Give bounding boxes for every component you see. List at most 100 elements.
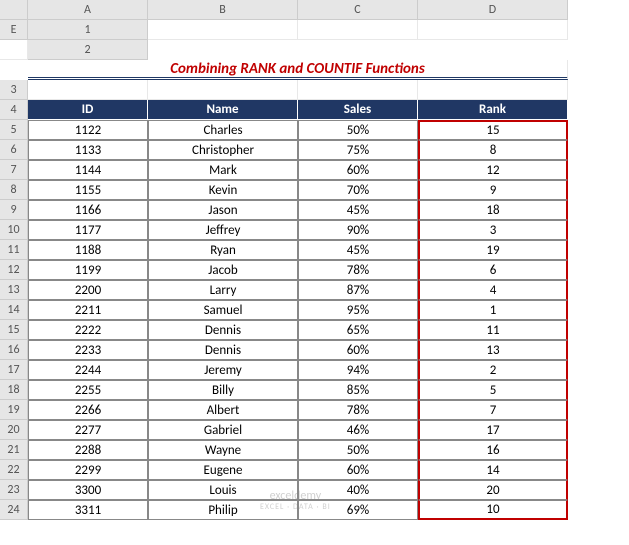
col-header-C[interactable]: C xyxy=(298,0,418,20)
row-header-3[interactable]: 3 xyxy=(0,80,28,100)
cell-name[interactable]: Ryan xyxy=(148,240,298,260)
cell-sales[interactable]: 60% xyxy=(298,160,418,180)
cell-id[interactable]: 1144 xyxy=(28,160,148,180)
row-header-24[interactable]: 24 xyxy=(0,500,28,520)
row-header-12[interactable]: 12 xyxy=(0,260,28,280)
cell-id[interactable]: 2299 xyxy=(28,460,148,480)
row-header-10[interactable]: 10 xyxy=(0,220,28,240)
row-header-13[interactable]: 13 xyxy=(0,280,28,300)
cell-id[interactable]: 2288 xyxy=(28,440,148,460)
cell-rank[interactable]: 16 xyxy=(418,440,568,460)
cell-rank[interactable]: 13 xyxy=(418,340,568,360)
row-header-8[interactable]: 8 xyxy=(0,180,28,200)
cell-rank[interactable]: 7 xyxy=(418,400,568,420)
cell-name[interactable]: Eugene xyxy=(148,460,298,480)
row-header-21[interactable]: 21 xyxy=(0,440,28,460)
cell-sales[interactable]: 78% xyxy=(298,260,418,280)
cell-rank[interactable]: 5 xyxy=(418,380,568,400)
cell-name[interactable]: Gabriel xyxy=(148,420,298,440)
cell-sales[interactable]: 60% xyxy=(298,340,418,360)
cell-id[interactable]: 3311 xyxy=(28,500,148,520)
cell-a1[interactable] xyxy=(148,20,298,40)
cell-id[interactable]: 2266 xyxy=(28,400,148,420)
row-header-18[interactable]: 18 xyxy=(0,380,28,400)
row-header-19[interactable]: 19 xyxy=(0,400,28,420)
cell-id[interactable]: 3300 xyxy=(28,480,148,500)
cell-name[interactable]: Christopher xyxy=(148,140,298,160)
cell-rank[interactable]: 20 xyxy=(418,480,568,500)
blank[interactable] xyxy=(148,80,298,100)
cell-rank[interactable]: 17 xyxy=(418,420,568,440)
cell-rank[interactable]: 9 xyxy=(418,180,568,200)
cell-id[interactable]: 2200 xyxy=(28,280,148,300)
cell-sales[interactable]: 45% xyxy=(298,240,418,260)
row-header-22[interactable]: 22 xyxy=(0,460,28,480)
cell-sales[interactable]: 90% xyxy=(298,220,418,240)
cell-rank[interactable]: 12 xyxy=(418,160,568,180)
cell-name[interactable]: Dennis xyxy=(148,320,298,340)
row-header-23[interactable]: 23 xyxy=(0,480,28,500)
cell-id[interactable]: 2277 xyxy=(28,420,148,440)
row-header-14[interactable]: 14 xyxy=(0,300,28,320)
cell-sales[interactable]: 70% xyxy=(298,180,418,200)
blank[interactable] xyxy=(298,80,418,100)
cell-name[interactable]: Dennis xyxy=(148,340,298,360)
cell-name[interactable]: Jacob xyxy=(148,260,298,280)
cell-rank[interactable]: 1 xyxy=(418,300,568,320)
cell-id[interactable]: 2211 xyxy=(28,300,148,320)
row-header-4[interactable]: 4 xyxy=(0,100,28,120)
cell-name[interactable]: Louis xyxy=(148,480,298,500)
cell-id[interactable]: 2255 xyxy=(28,380,148,400)
cell-id[interactable]: 1199 xyxy=(28,260,148,280)
cell-rank[interactable]: 11 xyxy=(418,320,568,340)
cell-name[interactable]: Jason xyxy=(148,200,298,220)
cell-rank[interactable]: 8 xyxy=(418,140,568,160)
cell-rank[interactable]: 10 xyxy=(418,500,568,520)
cell-rank[interactable]: 3 xyxy=(418,220,568,240)
cell-rank[interactable]: 18 xyxy=(418,200,568,220)
row-header-5[interactable]: 5 xyxy=(0,120,28,140)
cell-sales[interactable]: 60% xyxy=(298,460,418,480)
cell-name[interactable]: Samuel xyxy=(148,300,298,320)
cell-name[interactable]: Charles xyxy=(148,120,298,140)
cell-id[interactable]: 2244 xyxy=(28,360,148,380)
col-header-B[interactable]: B xyxy=(148,0,298,20)
row-header-17[interactable]: 17 xyxy=(0,360,28,380)
cell-rank[interactable]: 19 xyxy=(418,240,568,260)
row-header-9[interactable]: 9 xyxy=(0,200,28,220)
col-header-D[interactable]: D xyxy=(418,0,568,20)
cell-id[interactable]: 2233 xyxy=(28,340,148,360)
cell-name[interactable]: Kevin xyxy=(148,180,298,200)
row-header-6[interactable]: 6 xyxy=(0,140,28,160)
blank[interactable] xyxy=(28,80,148,100)
cell-sales[interactable]: 78% xyxy=(298,400,418,420)
row-header-20[interactable]: 20 xyxy=(0,420,28,440)
row-header-1[interactable]: 1 xyxy=(28,20,148,40)
cell-rank[interactable]: 14 xyxy=(418,460,568,480)
cell-sales[interactable]: 50% xyxy=(298,440,418,460)
cell-id[interactable]: 1166 xyxy=(28,200,148,220)
cell-sales[interactable]: 69% xyxy=(298,500,418,520)
row-header-16[interactable]: 16 xyxy=(0,340,28,360)
cell-sales[interactable]: 94% xyxy=(298,360,418,380)
cell-name[interactable]: Albert xyxy=(148,400,298,420)
cell-id[interactable]: 2222 xyxy=(28,320,148,340)
cell-name[interactable]: Wayne xyxy=(148,440,298,460)
cell-id[interactable]: 1122 xyxy=(28,120,148,140)
cell-sales[interactable]: 40% xyxy=(298,480,418,500)
col-header-E[interactable]: E xyxy=(0,20,28,40)
cell-name[interactable]: Larry xyxy=(148,280,298,300)
cell-rank[interactable]: 15 xyxy=(418,120,568,140)
cell-name[interactable]: Jeffrey xyxy=(148,220,298,240)
cell-sales[interactable]: 45% xyxy=(298,200,418,220)
cell-id[interactable]: 1155 xyxy=(28,180,148,200)
row-header-15[interactable]: 15 xyxy=(0,320,28,340)
cell-sales[interactable]: 95% xyxy=(298,300,418,320)
cell-rank[interactable]: 2 xyxy=(418,360,568,380)
cell-sales[interactable]: 85% xyxy=(298,380,418,400)
cell-rank[interactable]: 4 xyxy=(418,280,568,300)
blank[interactable] xyxy=(418,20,568,40)
cell-id[interactable]: 1133 xyxy=(28,140,148,160)
row-header-7[interactable]: 7 xyxy=(0,160,28,180)
cell-sales[interactable]: 46% xyxy=(298,420,418,440)
